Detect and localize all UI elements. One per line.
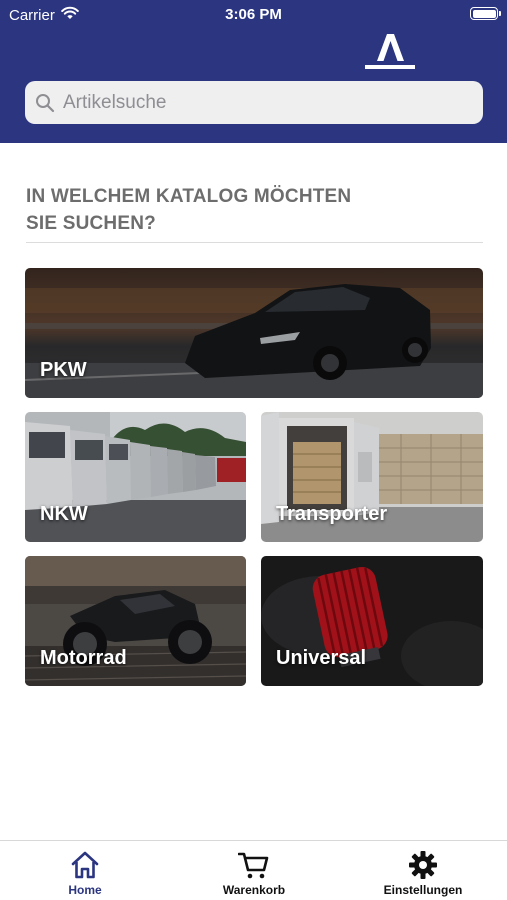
catalog-question-line2: SIE SUCHEN?: [26, 213, 156, 234]
catalog-label-transporter: Transporter: [276, 503, 388, 525]
catalog-tile-universal[interactable]: Universal: [261, 556, 483, 686]
tab-home[interactable]: Home: [44, 841, 126, 900]
catalog-question-line1: IN WELCHEM KATALOG MÖCHTEN: [26, 186, 352, 207]
status-time: 3:06 PM: [225, 6, 282, 23]
app-header: Carrier 3:06 PM: [0, 0, 507, 143]
bottom-tab-bar: Home Warenkorb Einstellungen: [0, 840, 507, 900]
home-icon: [69, 849, 101, 881]
brand-a-logo: [363, 31, 417, 73]
status-bar: Carrier 3:06 PM: [0, 0, 507, 28]
catalog-label-universal: Universal: [276, 647, 367, 669]
catalog-label-motorrad: Motorrad: [40, 647, 127, 669]
tab-warenkorb-label: Warenkorb: [222, 883, 286, 897]
catalog-label-pkw: PKW: [40, 359, 87, 381]
battery-icon: [470, 7, 501, 20]
catalog-tile-pkw[interactable]: PKW: [25, 268, 483, 398]
pkw-car-image: [25, 268, 483, 398]
search-bar[interactable]: [25, 81, 483, 124]
catalog-tile-transporter[interactable]: Transporter: [261, 412, 483, 542]
tab-warenkorb[interactable]: Warenkorb: [208, 841, 300, 900]
catalog-tile-motorrad[interactable]: Motorrad: [25, 556, 246, 686]
tab-home-label: Home: [68, 883, 102, 897]
tab-einstellungen-label: Einstellungen: [383, 883, 463, 897]
catalog-question: IN WELCHEM KATALOG MÖCHTEN SIE SUCHEN?: [26, 183, 446, 237]
gear-icon: [407, 849, 439, 881]
search-input[interactable]: [63, 91, 463, 114]
cart-icon: [238, 849, 270, 881]
catalog-tile-nkw[interactable]: NKW: [25, 412, 246, 542]
catalog-label-nkw: NKW: [40, 503, 88, 525]
tab-einstellungen[interactable]: Einstellungen: [374, 841, 472, 900]
search-icon: [35, 93, 55, 113]
divider: [26, 242, 483, 243]
